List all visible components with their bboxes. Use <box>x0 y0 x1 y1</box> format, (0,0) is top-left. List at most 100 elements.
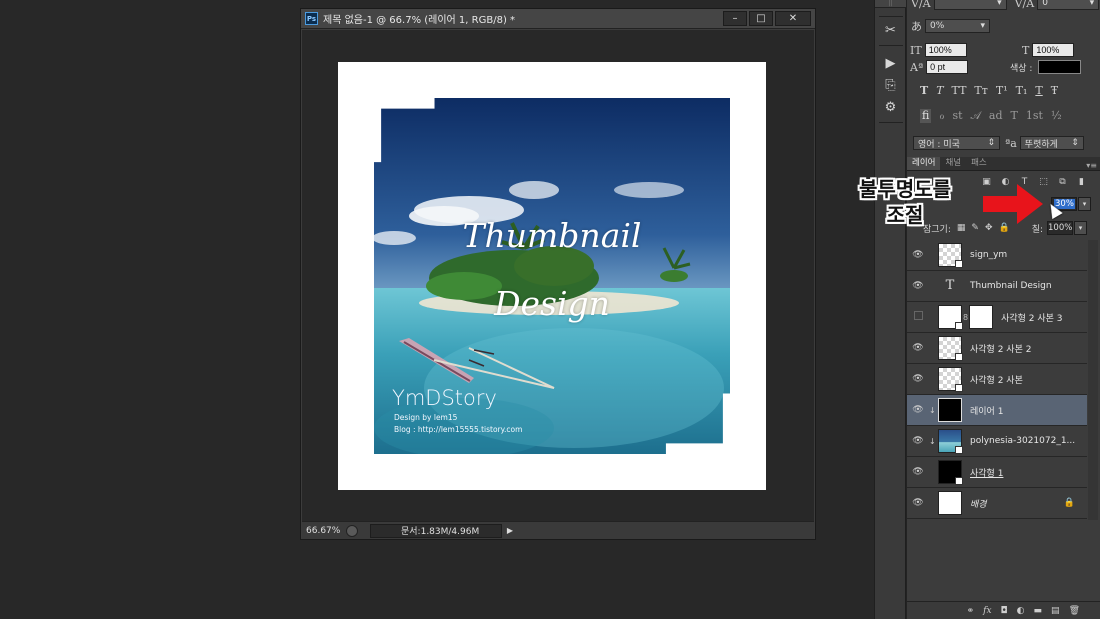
history-icon[interactable]: ⎘ <box>882 78 899 94</box>
layer-row[interactable]: 8 사각형 2 사본 3 <box>907 302 1087 333</box>
layer-name: 배경 <box>970 499 987 510</box>
small-caps-button[interactable]: Tт <box>974 84 987 97</box>
faux-bold-button[interactable]: T <box>920 84 928 97</box>
opacity-dropdown-icon[interactable]: ▾ <box>1078 197 1091 211</box>
layer-row[interactable]: 👁 배경 🔒 <box>907 488 1087 519</box>
document-title: 제목 없음-1 @ 66.7% (레이어 1, RGB/8) * <box>323 15 516 26</box>
designer-credit: Design by lem15 <box>394 413 458 422</box>
layer-row[interactable]: 👁 사각형 2 사본 <box>907 364 1087 395</box>
visibility-eye-icon[interactable]: 👁 <box>907 374 929 384</box>
document-window[interactable]: Ps 제목 없음-1 @ 66.7% (레이어 1, RGB/8) * – □ … <box>300 8 816 540</box>
close-button[interactable]: ✕ <box>775 11 811 26</box>
panel-menu-icon[interactable]: ▾≡ <box>1086 161 1097 170</box>
all-caps-button[interactable]: TT <box>952 84 967 97</box>
tsume-dropdown[interactable]: 0% ▾ <box>925 19 990 33</box>
kerning-row: V/A ▾ V/A 0 ▾ <box>911 0 1100 10</box>
brush-presets-icon[interactable]: ⚙ <box>882 100 899 116</box>
layer-row[interactable]: 👁 ↓ polynesia-3021072_1... <box>907 426 1087 457</box>
fill-dropdown-icon[interactable]: ▾ <box>1074 221 1088 235</box>
layer-thumbnail <box>938 336 963 361</box>
layer-mask-thumbnail[interactable] <box>969 305 994 329</box>
new-group-icon[interactable]: ▬ <box>1034 606 1043 616</box>
layer-name: 사각형 2 사본 <box>970 375 1023 386</box>
visibility-off-icon[interactable] <box>907 311 929 323</box>
ligature-button[interactable]: fi <box>920 109 932 123</box>
vertical-scale-input[interactable] <box>924 43 967 57</box>
visibility-eye-icon[interactable]: 👁 <box>907 436 929 446</box>
delete-layer-icon[interactable]: 🗑 <box>1069 606 1080 616</box>
link-layers-icon[interactable]: ⚭ <box>967 606 975 616</box>
canvas-area[interactable]: Thumbnail Design YmDStory Design by lem1… <box>302 30 814 528</box>
vertical-scale-icon: IT <box>910 43 922 57</box>
layer-thumbnail <box>938 460 963 485</box>
visibility-eye-icon[interactable]: 👁 <box>907 281 929 291</box>
new-layer-icon[interactable]: ▤ <box>1051 606 1060 616</box>
fractions-button[interactable]: ½ <box>1051 109 1062 123</box>
titling-button[interactable]: T <box>1011 109 1018 123</box>
layer-thumbnail <box>938 367 963 392</box>
layer-thumbnail <box>938 305 963 330</box>
layer-row[interactable]: 👁 사각형 2 사본 2 <box>907 333 1087 364</box>
ordinals-button[interactable]: 1st <box>1026 109 1043 123</box>
annotation-line2: 조절 <box>886 203 924 227</box>
tab-channels[interactable]: 채널 <box>940 157 966 170</box>
canvas[interactable]: Thumbnail Design YmDStory Design by lem1… <box>338 62 766 490</box>
tool-presets-icon[interactable]: ✂ <box>882 23 899 39</box>
stylistic-alternates-button[interactable]: ad <box>989 109 1003 123</box>
tracking-dropdown[interactable]: 0 ▾ <box>1037 0 1100 10</box>
layer-name: 레이어 1 <box>970 406 1004 417</box>
tab-paths[interactable]: 패스 <box>966 157 992 170</box>
layer-row[interactable]: 👁 T Thumbnail Design <box>907 271 1087 302</box>
layer-name: 사각형 2 사본 2 <box>970 344 1032 355</box>
zoom-level[interactable]: 66.67% <box>306 526 342 536</box>
lock-position-icon[interactable]: ✥ <box>985 223 993 233</box>
underline-button[interactable]: T <box>1035 84 1042 97</box>
visibility-eye-icon[interactable]: 👁 <box>907 498 929 508</box>
subscript-button[interactable]: T₁ <box>1016 84 1028 97</box>
baseline-shift-input[interactable] <box>926 60 969 74</box>
swash-button[interactable]: 𝒜 <box>971 109 981 123</box>
layers-scrollbar[interactable] <box>1088 240 1098 520</box>
visibility-eye-icon[interactable]: 👁 <box>907 250 929 260</box>
clipping-arrow-icon: ↓ <box>929 436 936 446</box>
layer-row[interactable]: 👁 sign_ym <box>907 240 1087 271</box>
tab-layers[interactable]: 레이어 <box>907 157 941 170</box>
minimize-button[interactable]: – <box>723 11 747 26</box>
actions-play-icon[interactable]: ▶ <box>882 56 899 72</box>
discretionary-ligature-button[interactable]: ℴ <box>939 109 944 123</box>
layer-row-selected[interactable]: 👁 ↓ 레이어 1 <box>907 395 1087 426</box>
kerning-icon: V/A <box>911 0 931 10</box>
status-toggle-icon[interactable] <box>346 524 358 537</box>
adjustment-layer-icon[interactable]: ◐ <box>1017 606 1025 616</box>
lock-all-icon[interactable]: 🔒 <box>998 223 1009 233</box>
text-color-swatch[interactable] <box>1038 60 1082 74</box>
layer-thumbnail <box>938 491 962 515</box>
filter-toggle-icon[interactable]: ▮ <box>1076 177 1087 187</box>
layers-list: 👁 sign_ym 👁 T Thumbnail Design 8 사각형 2 사… <box>907 240 1087 522</box>
fill-input[interactable]: 100% <box>1047 221 1074 235</box>
superscript-button[interactable]: T¹ <box>996 84 1008 97</box>
horizontal-scale-input[interactable] <box>1032 43 1075 57</box>
layer-lock-icon: 🔒 <box>1063 498 1075 508</box>
layer-style-icon[interactable]: fx <box>983 606 991 616</box>
maximize-button[interactable]: □ <box>749 11 773 26</box>
stylistic-set-button[interactable]: st <box>952 109 962 123</box>
add-mask-icon[interactable]: ◘ <box>1001 606 1008 616</box>
mask-link-icon[interactable]: 8 <box>963 313 968 322</box>
filter-smart-object-icon[interactable]: ⧉ <box>1057 177 1068 187</box>
document-title-bar[interactable]: Ps 제목 없음-1 @ 66.7% (레이어 1, RGB/8) * – □ … <box>301 9 815 29</box>
antialias-dropdown[interactable]: 뚜렷하게 ⇕ <box>1019 136 1084 150</box>
layers-panel-tabs: 레이어 채널 패스 ▾≡ <box>907 157 1100 171</box>
faux-italic-button[interactable]: T <box>936 84 943 97</box>
visibility-eye-icon[interactable]: 👁 <box>907 405 929 415</box>
blog-url: Blog : http://lem15555.tistory.com <box>394 425 523 434</box>
layer-row[interactable]: 👁 사각형 1 <box>907 457 1087 488</box>
visibility-eye-icon[interactable]: 👁 <box>907 467 929 477</box>
strip-grip[interactable]: || <box>875 0 906 8</box>
status-menu-arrow-icon[interactable]: ▶ <box>504 525 516 537</box>
brand-logo: YmDStory <box>392 386 497 410</box>
strikethrough-button[interactable]: Ŧ <box>1051 84 1058 97</box>
kerning-dropdown[interactable]: ▾ <box>933 0 1007 10</box>
visibility-eye-icon[interactable]: 👁 <box>907 343 929 353</box>
language-dropdown[interactable]: 영어 : 미국 ⇕ <box>913 136 1000 150</box>
